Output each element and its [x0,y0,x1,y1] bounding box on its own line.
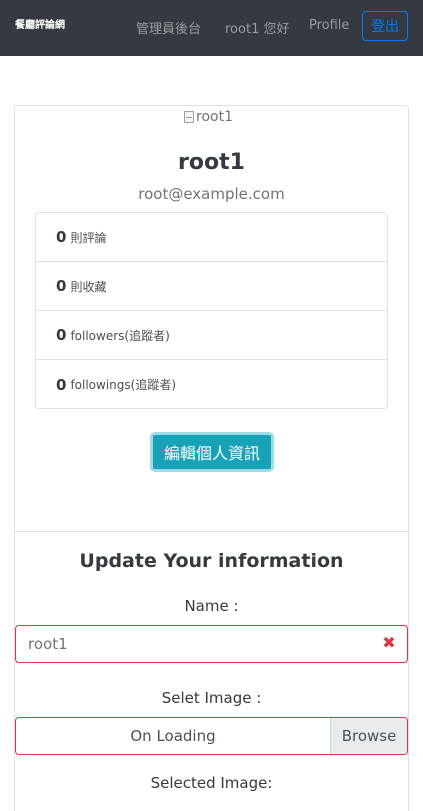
name-input[interactable] [15,625,408,663]
stat-count: 0 [56,375,67,394]
update-form-title: Update Your information [79,550,344,572]
browse-button[interactable]: Browse [330,718,407,754]
stat-label: followings(追蹤者) [70,378,177,392]
user-greeting-link[interactable]: root1 您好 [225,18,289,37]
image-field-label: Selet Image : [161,689,262,707]
stat-comments: 0 則評論 [36,213,387,262]
avatar: root1 [184,109,233,125]
invalid-x-icon: ✖ [382,633,396,652]
profile-email: root@example.com [138,185,285,203]
section-divider [15,531,408,532]
stat-label: followers(追蹤者) [70,328,170,343]
file-status-text: On Loading [16,718,330,754]
stat-followings: 0 followings(追蹤者) [36,360,387,409]
selected-image-label: Selected Image: [150,774,273,792]
name-field-label: Name : [184,597,239,615]
stat-label: 則收藏 [70,279,107,294]
logout-button[interactable]: 登出 [362,11,408,41]
broken-image-icon [184,111,194,123]
image-file-input[interactable]: On Loading Browse [15,717,408,755]
admin-dashboard-link[interactable]: 管理員後台 [136,18,201,37]
profile-link[interactable]: Profile [309,18,349,33]
profile-name: root1 [178,150,245,175]
brand-logo-link[interactable]: 餐廳評論網 [15,16,65,31]
stat-count: 0 [56,326,67,344]
stat-followers: 0 followers(追蹤者) [36,311,387,360]
stat-label: 則評論 [70,230,107,245]
stat-count: 0 [56,228,67,246]
edit-profile-button[interactable]: 編輯個人資訊 [150,432,274,472]
stat-favorites: 0 則收藏 [36,262,387,311]
stats-list: 0 則評論 0 則收藏 0 followers(追蹤者) 0 following… [35,212,388,409]
stat-count: 0 [56,277,67,295]
avatar-alt-text: root1 [196,109,233,125]
top-navbar: 餐廳評論網 管理員後台 root1 您好 Profile 登出 [0,0,423,56]
